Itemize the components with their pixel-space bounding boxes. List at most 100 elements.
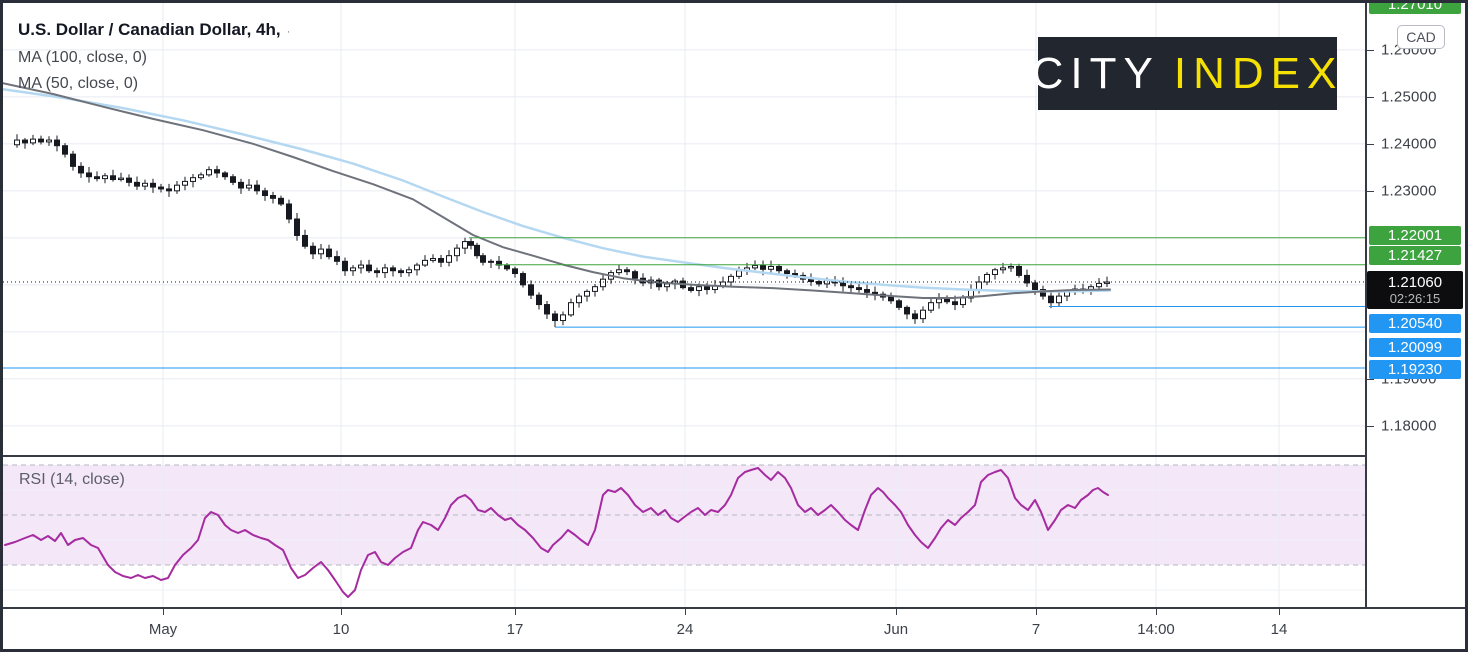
symbol-title[interactable]: U.S. Dollar / Canadian Dollar, 4h, <box>18 20 281 39</box>
candle-body <box>633 272 638 279</box>
time-label-17: 17 <box>507 621 524 638</box>
candle-body <box>469 242 474 246</box>
title-suffix-dot: · <box>287 26 291 38</box>
price-label-clipped[interactable]: 1.27010 <box>1369 0 1461 14</box>
candle-body <box>135 182 140 186</box>
candle-body <box>889 297 894 301</box>
candle-body <box>263 191 268 196</box>
candle-body <box>1033 283 1038 290</box>
candle-body <box>737 271 742 277</box>
city-index-logo: CITY INDEX <box>1038 37 1337 110</box>
candle-body <box>391 268 396 271</box>
time-label-10: 10 <box>333 621 350 638</box>
price-tick-mark <box>1367 144 1374 145</box>
candle-body <box>993 270 998 275</box>
pane-separator[interactable] <box>3 455 1465 457</box>
candle-body <box>585 291 590 296</box>
rsi-pane[interactable] <box>3 457 1365 607</box>
candle-body <box>151 183 156 187</box>
candle-body <box>761 266 766 270</box>
time-label-14:00: 14:00 <box>1137 621 1175 638</box>
candle-body <box>505 265 510 269</box>
candle-body <box>977 282 982 290</box>
time-tick-mark <box>685 609 686 615</box>
candle-body <box>905 307 910 314</box>
candle-body <box>985 274 990 282</box>
candle-body <box>271 196 276 199</box>
logo-city-text: CITY <box>1032 49 1160 99</box>
candle-body <box>335 257 340 262</box>
chart-legend: U.S. Dollar / Canadian Dollar, 4h, · MA (… <box>18 17 290 97</box>
price-label-1.19230[interactable]: 1.19230 <box>1369 360 1461 379</box>
price-tick-label: 1.24000 <box>1381 136 1437 153</box>
time-label-Jun: Jun <box>884 621 908 638</box>
candle-body <box>71 154 76 166</box>
candle-body <box>23 140 28 143</box>
candle-body <box>897 301 902 308</box>
candle-body <box>961 298 966 305</box>
price-axis[interactable]: CAD 1.260001.250001.240001.230001.190001… <box>1367 3 1465 607</box>
candle-body <box>319 249 324 254</box>
candle-body <box>475 245 480 255</box>
price-label-1.20099[interactable]: 1.20099 <box>1369 338 1461 357</box>
time-label-May: May <box>149 621 177 638</box>
candle-body <box>183 181 188 185</box>
candle-body <box>119 178 124 179</box>
candle-body <box>375 271 380 273</box>
candle-body <box>953 302 958 305</box>
current-price-value: 1.21060 <box>1388 274 1442 291</box>
candle-body <box>561 315 566 321</box>
current-price-label[interactable]: 1.2106002:26:15 <box>1367 271 1463 309</box>
candle-body <box>255 185 260 191</box>
price-label-1.22001[interactable]: 1.22001 <box>1369 226 1461 245</box>
currency-unit-button[interactable]: CAD <box>1397 25 1445 49</box>
candle-body <box>545 305 550 314</box>
price-tick-mark <box>1367 97 1374 98</box>
time-label-14: 14 <box>1271 621 1288 638</box>
candle-body <box>463 242 468 249</box>
candle-body <box>15 140 20 145</box>
candle-body <box>929 303 934 311</box>
candle-body <box>47 140 52 142</box>
candle-body <box>785 271 790 274</box>
candle-body <box>553 314 558 321</box>
time-tick-mark <box>1279 609 1280 615</box>
time-tick-mark <box>1156 609 1157 615</box>
rsi-legend[interactable]: RSI (14, close) <box>19 471 125 489</box>
candle-body <box>127 178 132 182</box>
time-label-24: 24 <box>677 621 694 638</box>
candle-body <box>705 287 710 290</box>
candle-body <box>529 285 534 295</box>
price-label-1.21427[interactable]: 1.21427 <box>1369 246 1461 265</box>
candle-body <box>383 268 388 273</box>
candle-body <box>921 310 926 318</box>
price-tick-mark <box>1367 191 1374 192</box>
candle-body <box>521 274 526 285</box>
candle-body <box>407 270 412 273</box>
ma100-legend[interactable]: MA (100, close, 0) <box>18 45 290 71</box>
candle-body <box>729 276 734 282</box>
candle-body <box>423 260 428 265</box>
time-label-7: 7 <box>1032 621 1040 638</box>
ma50-legend[interactable]: MA (50, close, 0) <box>18 71 290 97</box>
candle-body <box>247 185 252 188</box>
price-label-1.20540[interactable]: 1.20540 <box>1369 314 1461 333</box>
candle-body <box>489 261 494 262</box>
candle-body <box>945 299 950 302</box>
candle-body <box>513 269 518 274</box>
time-tick-mark <box>1036 609 1037 615</box>
time-axis[interactable]: May 10 17 24 Jun 7 14:00 14 <box>3 609 1465 649</box>
candle-body <box>55 140 60 146</box>
candle-body <box>865 290 870 293</box>
candle-body <box>439 259 444 263</box>
candle-body <box>1001 268 1006 270</box>
candle-body <box>311 246 316 254</box>
candle-body <box>1057 296 1062 303</box>
price-tick-label: 1.18000 <box>1381 418 1437 435</box>
candle-body <box>569 303 574 315</box>
candle-body <box>753 266 758 268</box>
candle-body <box>665 284 670 287</box>
candle-body <box>617 270 622 273</box>
candle-body <box>359 265 364 268</box>
chart-screen: CAD 1.260001.250001.240001.230001.190001… <box>0 0 1475 664</box>
